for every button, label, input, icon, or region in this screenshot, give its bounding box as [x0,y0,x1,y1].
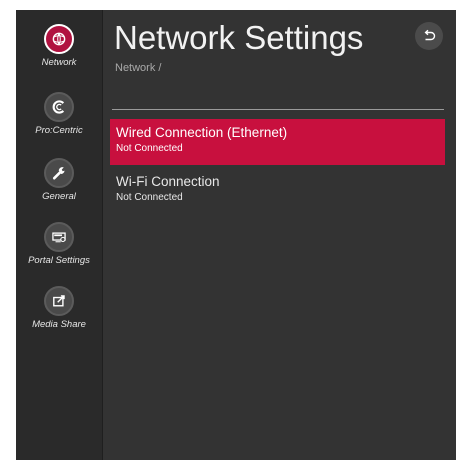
sidebar-item-portal-settings[interactable]: Portal Settings [16,222,102,266]
sidebar-item-network[interactable]: Network [16,24,102,68]
media-share-icon [44,286,74,316]
divider [112,109,444,110]
list-item-status: Not Connected [116,143,183,154]
list-item-title: Wi-Fi Connection [116,174,220,189]
sidebar-item-media-share[interactable]: Media Share [16,286,102,330]
sidebar-item-label: Network [41,57,77,68]
portal-settings-icon [44,222,74,252]
wrench-icon [44,158,74,188]
globe-icon [44,24,74,54]
back-button[interactable] [415,22,443,50]
sidebar-item-label: Media Share [32,319,86,330]
sidebar-item-general[interactable]: General [16,158,102,202]
sidebar-item-label: Pro:Centric [35,125,83,136]
breadcrumb: Network / [115,62,162,74]
tv-settings-screen: Network Pro:Centric General Portal Setti… [16,10,456,460]
list-item-wifi-connection[interactable]: Wi-Fi Connection Not Connected [110,168,445,214]
back-arrow-icon [424,29,436,41]
procentric-icon [44,92,74,122]
sidebar-item-label: General [42,191,76,202]
page-title: Network Settings [114,19,364,56]
list-item-status: Not Connected [116,192,183,203]
sidebar: Network Pro:Centric General Portal Setti… [16,10,103,460]
list-item-wired-connection[interactable]: Wired Connection (Ethernet) Not Connecte… [110,119,445,165]
sidebar-item-label: Portal Settings [28,255,90,266]
sidebar-item-procentric[interactable]: Pro:Centric [16,92,102,136]
main-panel: Network Settings Network / Wired Connect… [103,10,456,460]
list-item-title: Wired Connection (Ethernet) [116,125,288,140]
